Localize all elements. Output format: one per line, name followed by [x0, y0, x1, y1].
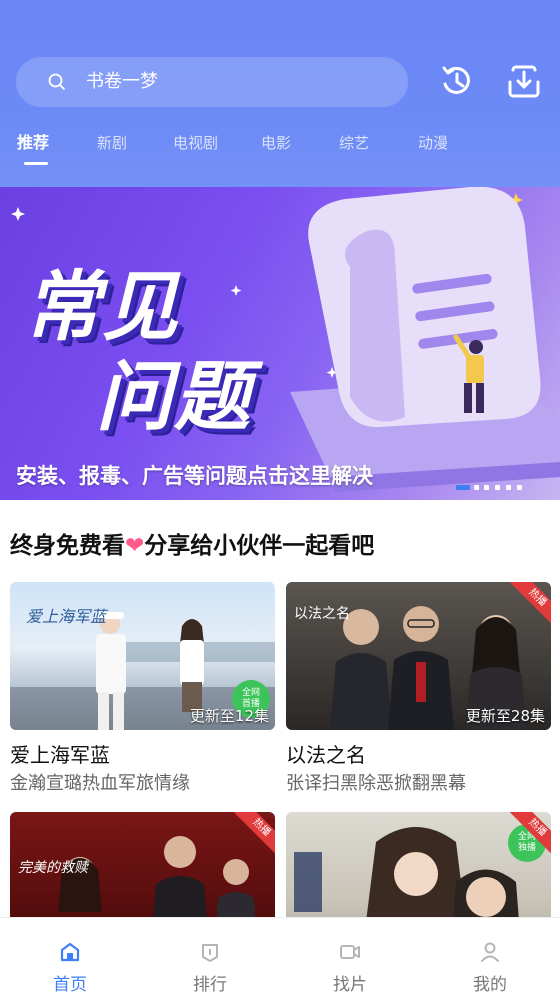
nav-find-movie-label: 找片 — [333, 975, 367, 995]
video-thumbnail[interactable]: 以法之名 热播 更新至28集 — [286, 582, 551, 730]
banner-headline-2: 问题 — [96, 352, 252, 441]
video-thumbnail[interactable]: 爱上海军蓝 全网 首播 更新至12集 — [10, 582, 275, 730]
video-description: 张译扫黑除恶掀翻黑幕 — [286, 773, 466, 794]
faq-banner[interactable]: 常见 问题 安装、报毒、广告等问题点击这里解决 — [0, 187, 560, 500]
bottom-navigation: 首页 排行 找片 我的 — [0, 917, 560, 997]
search-placeholder: 书卷一梦 — [86, 71, 158, 92]
tab-tv-series[interactable]: 电视剧 — [173, 128, 218, 158]
nav-home-label: 首页 — [53, 975, 87, 995]
video-title[interactable]: 爱上海军蓝 — [10, 739, 110, 768]
episode-count: 更新至12集 — [189, 707, 269, 725]
search-bar[interactable]: 书卷一梦 — [16, 57, 408, 107]
episode-count: 更新至28集 — [465, 707, 545, 725]
pagination-dot — [484, 485, 489, 490]
ranking-icon — [202, 944, 218, 962]
pagination-dot — [517, 485, 522, 490]
nav-profile-label: 我的 — [473, 975, 507, 995]
category-tabs: 推荐 新剧 电视剧 电影 综艺 动漫 — [0, 128, 560, 168]
tab-movies[interactable]: 电影 — [261, 128, 291, 158]
pagination-dot — [506, 485, 511, 490]
nav-profile[interactable]: 我的 — [420, 918, 560, 997]
pagination-dot — [474, 485, 479, 490]
svg-text:以法之名: 以法之名 — [294, 606, 350, 622]
history-icon[interactable] — [437, 62, 475, 100]
share-section-title: 终身免费看❤分享给小伙伴一起看吧 — [10, 526, 374, 560]
pagination-dot — [495, 485, 500, 490]
search-icon — [48, 73, 65, 90]
heart-icon: ❤ — [125, 533, 145, 559]
top-header: 书卷一梦 推荐 新剧 电视剧 电影 综艺 动漫 — [0, 0, 560, 187]
tab-variety[interactable]: 综艺 — [339, 128, 369, 158]
nav-find-movie[interactable]: 找片 — [280, 918, 420, 997]
download-icon[interactable] — [505, 62, 543, 100]
section-title-prefix: 终身免费看 — [10, 533, 125, 559]
tab-anime[interactable]: 动漫 — [418, 128, 448, 158]
video-description: 金瀚宣璐热血军旅情缘 — [10, 773, 190, 794]
tab-recommend[interactable]: 推荐 — [17, 128, 49, 158]
banner-caption: 安装、报毒、广告等问题点击这里解决 — [16, 464, 373, 488]
active-tab-indicator — [24, 162, 48, 165]
video-icon — [340, 945, 360, 959]
user-icon — [481, 942, 499, 962]
tab-new-drama[interactable]: 新剧 — [97, 128, 127, 158]
video-title[interactable]: 以法之名 — [286, 739, 366, 768]
nav-ranking[interactable]: 排行 — [140, 918, 280, 997]
svg-text:爱上海军蓝: 爱上海军蓝 — [26, 607, 109, 626]
home-icon — [60, 942, 80, 962]
section-title-suffix: 分享给小伙伴一起看吧 — [144, 533, 375, 559]
pagination-dot-active — [456, 485, 470, 490]
nav-home[interactable]: 首页 — [0, 918, 140, 997]
nav-ranking-label: 排行 — [193, 975, 227, 995]
svg-text:完美的救赎: 完美的救赎 — [18, 860, 90, 876]
